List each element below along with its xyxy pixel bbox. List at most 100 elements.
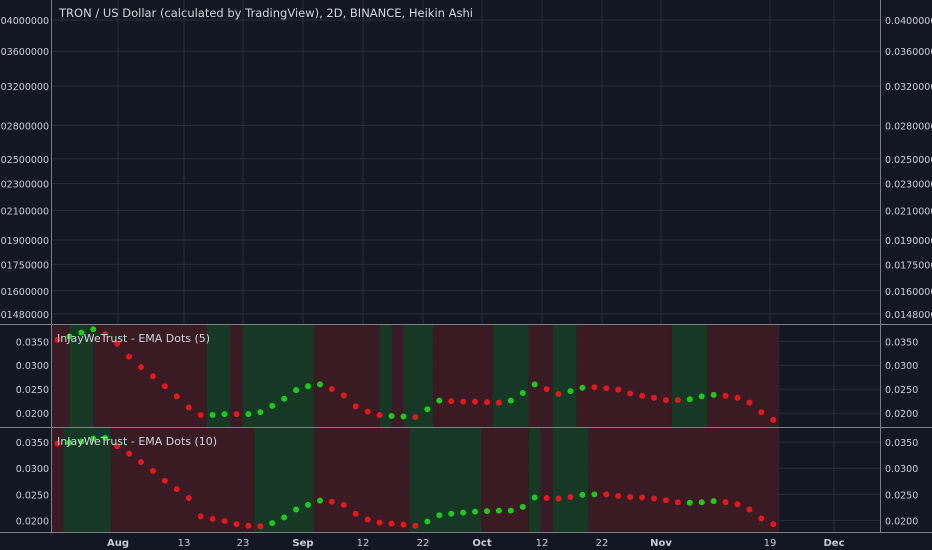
ema-dot-green <box>519 503 526 510</box>
ema-dot-red <box>388 520 395 527</box>
ema-dot-red <box>758 515 765 522</box>
ema-dot-red <box>126 450 133 457</box>
y-tick-label-right: 0.0200 <box>885 409 918 420</box>
x-tick-label: 19 <box>764 538 777 549</box>
y-tick-label-right: 0.0250 <box>885 385 918 396</box>
ema-dot-red <box>364 408 371 415</box>
y-tick-label-right: 0.01600000 <box>885 287 932 298</box>
y-tick-label-left: 0.01900000 <box>0 236 49 247</box>
ema-dot-red <box>639 392 646 399</box>
ema-dot-green <box>269 402 276 409</box>
ema-dot-green <box>567 388 574 395</box>
ema-dot-green <box>460 509 467 516</box>
ema-dot-red <box>674 499 681 506</box>
pane-2-title: InJayWeTrust - EMA Dots (5) <box>57 332 210 345</box>
y-tick-label-left: 0.02500000 <box>0 155 49 166</box>
ema-dot-green <box>400 413 407 420</box>
ema-dot-red <box>460 398 467 405</box>
x-tick-label: Sep <box>292 538 313 549</box>
green-band <box>528 428 541 532</box>
green-band <box>409 428 482 532</box>
ema-dot-red <box>567 493 574 500</box>
ema-dot-green <box>436 512 443 519</box>
y-tick-label-left: 0.01480000 <box>0 310 49 321</box>
ema-dot-green <box>710 391 717 398</box>
ema-dot-green <box>209 412 216 419</box>
ema-dot-red <box>472 398 479 405</box>
x-tick-label: 13 <box>178 538 191 549</box>
ema-dot-green <box>531 494 538 501</box>
y-tick-label-left: 0.0350 <box>16 438 49 449</box>
x-tick-label: Nov <box>650 538 672 549</box>
y-tick-label-left: 0.04000000 <box>0 16 49 27</box>
ema-dot-green <box>483 508 490 515</box>
ema-dot-green <box>269 520 276 527</box>
ema-dot-red <box>674 397 681 404</box>
ema-dot-red <box>412 522 419 529</box>
ema-dot-green <box>424 518 431 525</box>
x-tick-label: Aug <box>107 538 129 549</box>
y-tick-label-right: 0.02500000 <box>885 155 932 166</box>
x-tick-label: 23 <box>237 538 250 549</box>
ema-dot-red <box>173 393 180 400</box>
ema-dot-red <box>185 495 192 502</box>
red-band <box>588 428 780 532</box>
y-tick-label-left: 0.03600000 <box>0 47 49 58</box>
pane-3-title: InJayWeTrust - EMA Dots (10) <box>57 435 217 448</box>
ema-dot-green <box>579 384 586 391</box>
ema-dot-green <box>245 411 252 418</box>
x-tick-label: Oct <box>472 538 491 549</box>
ema-dot-red <box>639 494 646 501</box>
ema-dot-red <box>209 515 216 522</box>
ema-dot-red <box>603 491 610 498</box>
ema-dot-green <box>293 387 300 394</box>
ema-dot-red <box>615 386 622 393</box>
ema-dot-green <box>579 491 586 498</box>
ema-dot-green <box>257 409 264 416</box>
ema-dot-red <box>233 521 240 528</box>
ema-dot-red <box>376 519 383 526</box>
ema-dot-red <box>555 495 562 502</box>
ema-dot-red <box>400 521 407 528</box>
ema-dot-red <box>352 403 359 410</box>
green-band <box>492 325 529 427</box>
ema-dot-green <box>495 507 502 514</box>
y-tick-label-right: 0.0350 <box>885 438 918 449</box>
red-band <box>313 428 410 532</box>
y-tick-label-right: 0.0250 <box>885 490 918 501</box>
y-tick-label-left: 0.02100000 <box>0 206 49 217</box>
red-band <box>528 325 553 427</box>
chart-title: TRON / US Dollar (calculated by TradingV… <box>58 6 473 20</box>
ema-dot-green <box>507 397 514 404</box>
y-tick-label-left: 0.0200 <box>16 517 49 528</box>
ema-dot-red <box>340 392 347 399</box>
y-tick-label-right: 0.02800000 <box>885 121 932 132</box>
y-tick-label-right: 0.0300 <box>885 361 918 372</box>
ema-dot-green <box>686 396 693 403</box>
red-band <box>481 428 529 532</box>
y-tick-label-right: 0.0300 <box>885 464 918 475</box>
signal-bands <box>52 325 780 532</box>
green-band <box>242 325 314 427</box>
ema-dot-red <box>126 353 133 360</box>
ema-dot-green <box>305 501 312 508</box>
ema-dot-red <box>149 467 156 474</box>
y-tick-label-right: 0.02100000 <box>885 206 932 217</box>
green-band <box>552 428 589 532</box>
ema-dot-red <box>627 390 634 397</box>
ema-dot-green <box>507 507 514 514</box>
x-tick-label: 12 <box>357 538 370 549</box>
green-band <box>671 325 708 427</box>
y-tick-label-right: 0.01480000 <box>885 310 932 321</box>
red-band <box>540 428 553 532</box>
green-band <box>206 325 231 427</box>
ema-dot-red <box>221 518 228 525</box>
ema-dot-red <box>328 386 335 393</box>
y-tick-label-left: 0.0250 <box>16 490 49 501</box>
ema-dot-green <box>531 381 538 388</box>
y-tick-label-right: 0.03600000 <box>885 47 932 58</box>
y-tick-label-left: 0.0250 <box>16 385 49 396</box>
ema-dot-red <box>591 384 598 391</box>
trading-chart[interactable]: 0.04000000 0.04000000 0.03600000 0.03600000… <box>0 0 932 550</box>
y-tick-label-left: 0.0300 <box>16 361 49 372</box>
